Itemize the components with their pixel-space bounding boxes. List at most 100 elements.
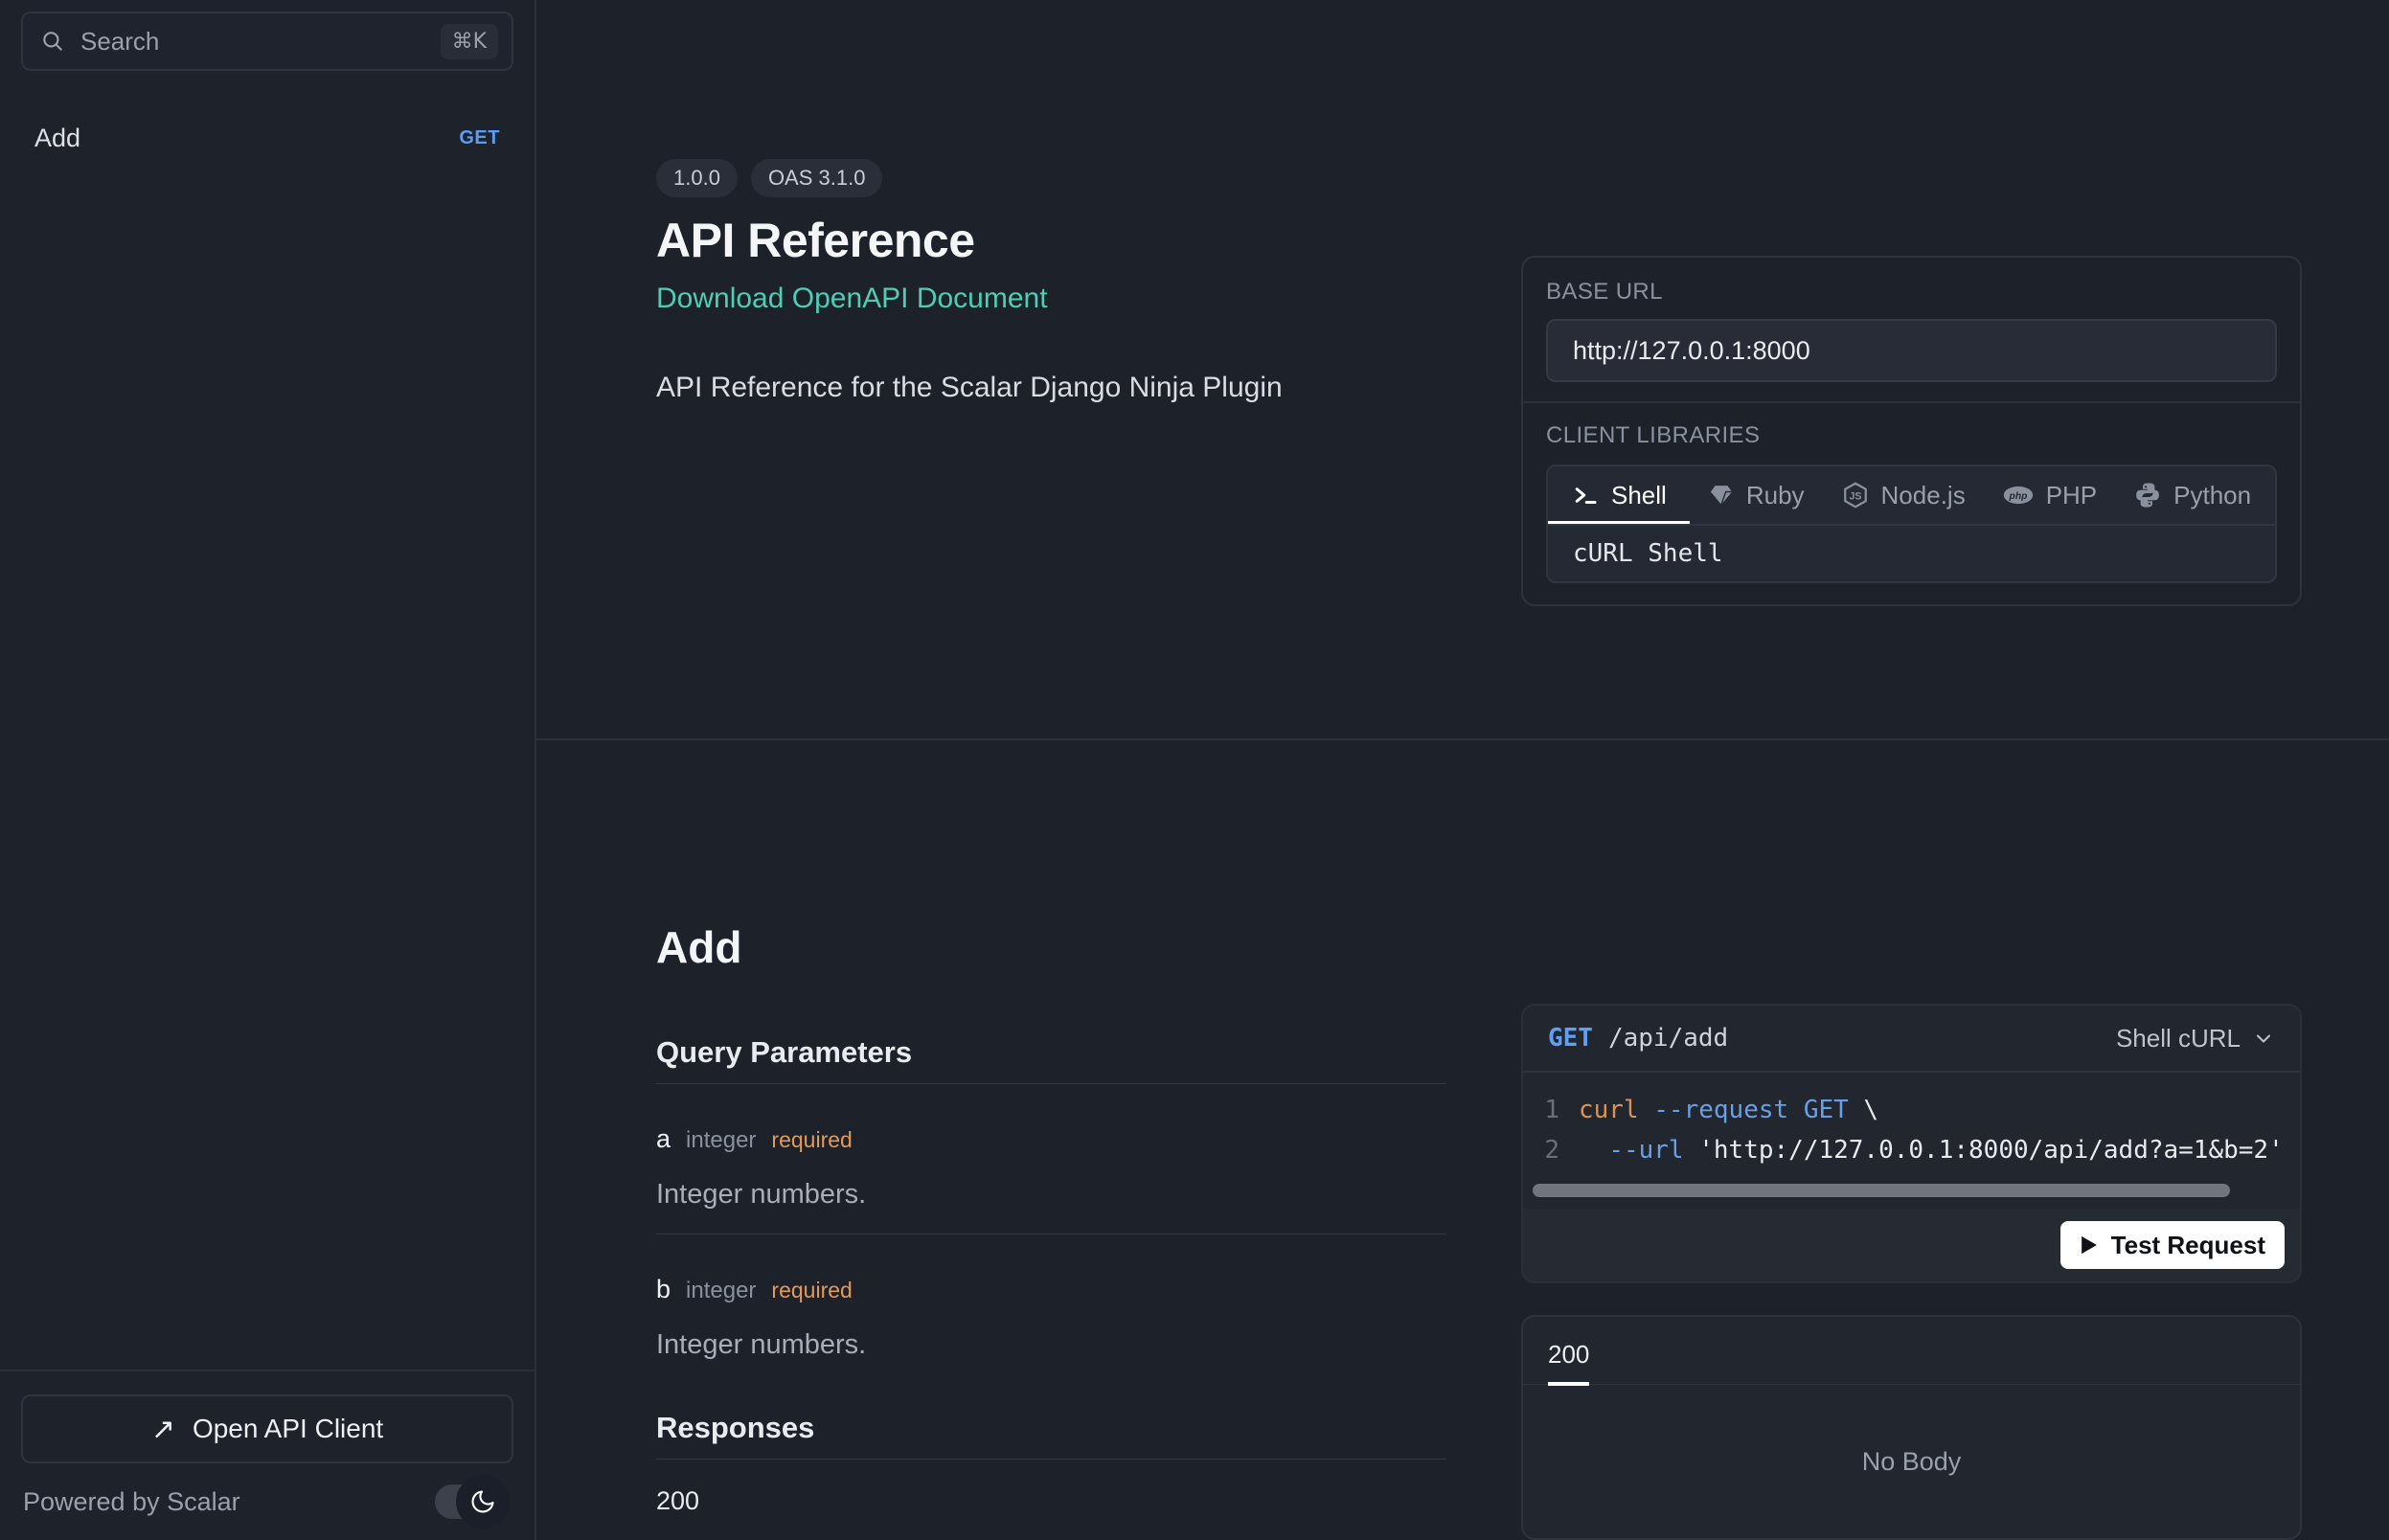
search-placeholder: Search	[80, 27, 159, 57]
main-content: 1.0.0 OAS 3.1.0 API Reference Download O…	[536, 0, 2389, 1540]
external-arrow-icon: ↗	[151, 1413, 175, 1446]
http-method-badge: GET	[459, 127, 500, 149]
operation-title: Add	[656, 922, 1446, 972]
param-type: integer	[686, 1127, 756, 1154]
oas-badge: OAS 3.1.0	[751, 159, 883, 197]
code-token: 'http://127.0.0.1:8000/api/add?a=1&b=2'	[1684, 1130, 2284, 1170]
card-divider	[1523, 401, 2300, 403]
test-request-label: Test Request	[2111, 1231, 2265, 1260]
code-token: --url	[1608, 1130, 1683, 1170]
tab-php[interactable]: php PHP	[1984, 466, 2115, 524]
terminal-icon	[1571, 481, 1600, 510]
response-tabs: 200	[1523, 1317, 2300, 1385]
dark-mode-toggle[interactable]	[435, 1484, 502, 1519]
client-libraries-label: CLIENT LIBRARIES	[1546, 422, 2277, 449]
param-name: b	[656, 1275, 671, 1304]
response-example-card: 200 No Body	[1521, 1315, 2302, 1540]
language-selector-label: Shell cURL	[2116, 1024, 2241, 1053]
responses-block: Responses 200	[656, 1411, 1446, 1515]
test-request-button[interactable]: Test Request	[2060, 1221, 2285, 1269]
client-tabs: Shell Ruby	[1548, 466, 2275, 524]
sidebar-footer: ↗ Open API Client Powered by Scalar	[0, 1370, 535, 1540]
server-card: BASE URL http://127.0.0.1:8000 CLIENT LI…	[1521, 256, 2302, 606]
response-tab-200[interactable]: 200	[1548, 1340, 1589, 1386]
param-name: a	[656, 1124, 671, 1154]
tab-nodejs[interactable]: JS Node.js	[1823, 466, 1984, 524]
version-badge: 1.0.0	[656, 159, 738, 197]
operation-column: Add Query Parameters a integer required …	[536, 740, 1521, 1540]
more-clients-button[interactable]: ⋯	[2269, 466, 2277, 524]
powered-by-row: Powered by Scalar	[21, 1484, 513, 1540]
param-required-badge: required	[771, 1278, 852, 1303]
code-token: --request GET	[1653, 1090, 1849, 1130]
dark-mode-toggle-knob	[456, 1475, 510, 1529]
nodejs-icon: JS	[1841, 481, 1870, 510]
search-icon	[40, 29, 65, 54]
code-line-2: 2 --url 'http://127.0.0.1:8000/api/add?a…	[1523, 1130, 2300, 1170]
tab-label: Shell	[1611, 481, 1667, 510]
sidebar: Search ⌘K Add GET ↗ Open API Client Powe…	[0, 0, 536, 1540]
divider	[656, 1459, 1446, 1460]
intro-column: 1.0.0 OAS 3.1.0 API Reference Download O…	[536, 0, 1521, 738]
code-token: \	[1849, 1090, 1878, 1130]
api-description: API Reference for the Scalar Django Ninj…	[656, 372, 1446, 404]
divider	[656, 1083, 1446, 1084]
download-openapi-link[interactable]: Download OpenAPI Document	[656, 282, 1048, 316]
sidebar-item-add[interactable]: Add GET	[0, 111, 535, 165]
param-type: integer	[686, 1278, 756, 1304]
code-line-1: 1 curl --request GET \	[1523, 1090, 2300, 1130]
response-code-item[interactable]: 200	[656, 1486, 1446, 1515]
response-empty-state: No Body	[1523, 1385, 2300, 1538]
intro-section: 1.0.0 OAS 3.1.0 API Reference Download O…	[536, 0, 2389, 740]
code-token	[1579, 1130, 1608, 1170]
base-url-input[interactable]: http://127.0.0.1:8000	[1546, 319, 2277, 382]
param-row-a: a integer required	[656, 1124, 1446, 1153]
ruby-gem-icon	[1708, 482, 1735, 509]
param-description: Integer numbers.	[656, 1328, 1446, 1361]
language-selector[interactable]: Shell cURL	[2116, 1024, 2275, 1053]
tab-label: Node.js	[1881, 481, 1966, 510]
selected-client-label: cURL Shell	[1548, 524, 2275, 581]
param-description: Integer numbers.	[656, 1178, 1446, 1211]
page-title: API Reference	[656, 213, 1446, 268]
param-row-b: b integer required	[656, 1275, 1446, 1303]
tab-label: Python	[2173, 481, 2251, 510]
php-icon: php	[2002, 481, 2035, 510]
request-example-header: GET /api/add Shell cURL	[1523, 1006, 2300, 1073]
horizontal-scrollbar-thumb[interactable]	[1533, 1184, 2230, 1197]
request-method: GET	[1548, 1024, 1593, 1053]
play-icon	[2080, 1234, 2099, 1256]
tab-label: PHP	[2046, 481, 2097, 510]
powered-by-label: Powered by Scalar	[23, 1487, 240, 1517]
search-input[interactable]: Search ⌘K	[21, 11, 513, 71]
line-number: 1	[1523, 1090, 1579, 1130]
request-example-footer: Test Request	[1523, 1209, 2300, 1281]
tab-python[interactable]: Python	[2115, 466, 2269, 524]
scalar-api-reference-app: Search ⌘K Add GET ↗ Open API Client Powe…	[0, 0, 2389, 1540]
tab-label: Ruby	[1746, 481, 1805, 510]
example-column: GET /api/add Shell cURL 1 curl --requ	[1521, 740, 2302, 1540]
horizontal-scrollbar	[1533, 1184, 2290, 1197]
open-api-client-button[interactable]: ↗ Open API Client	[21, 1394, 513, 1463]
svg-text:JS: JS	[1849, 491, 1861, 503]
code-token: curl	[1579, 1090, 1653, 1130]
moon-icon	[469, 1488, 496, 1515]
line-number: 2	[1523, 1130, 1579, 1170]
responses-heading: Responses	[656, 1411, 1446, 1445]
tab-ruby[interactable]: Ruby	[1690, 466, 1823, 524]
chevron-down-icon	[2252, 1027, 2275, 1050]
python-icon	[2133, 481, 2162, 510]
code-snippet: 1 curl --request GET \ 2 --url 'http://1…	[1523, 1073, 2300, 1209]
request-path: /api/add	[1608, 1024, 1728, 1053]
sidebar-item-label: Add	[34, 124, 80, 153]
search-shortcut-badge: ⌘K	[441, 24, 498, 59]
client-libraries-card: Shell Ruby	[1546, 464, 2277, 583]
badge-row: 1.0.0 OAS 3.1.0	[656, 159, 1446, 197]
svg-text:php: php	[2008, 491, 2027, 502]
operation-section: Add Query Parameters a integer required …	[536, 740, 2389, 1540]
tab-shell[interactable]: Shell	[1548, 466, 1690, 524]
server-column: BASE URL http://127.0.0.1:8000 CLIENT LI…	[1521, 0, 2302, 738]
open-api-client-label: Open API Client	[193, 1414, 383, 1444]
param-required-badge: required	[771, 1127, 852, 1153]
sidebar-nav: Add GET	[0, 111, 535, 165]
